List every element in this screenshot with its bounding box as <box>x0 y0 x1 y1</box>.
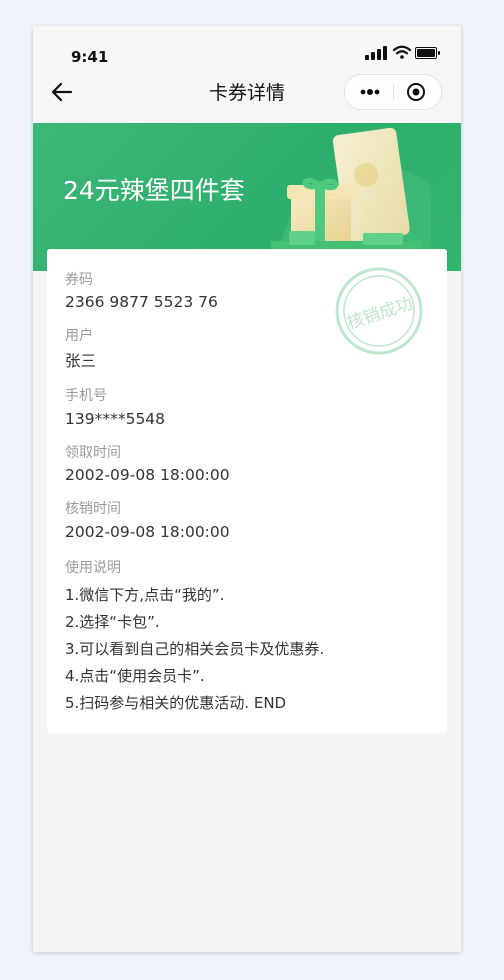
instructions-label: 使用说明 <box>65 560 121 576</box>
phone-value: 139****5548 <box>65 410 166 428</box>
top-bar: 9:41 卡券详情 <box>33 26 461 123</box>
coupon-title: 24元辣堡四件套 <box>63 176 245 205</box>
redeemed-stamp: 核销成功 <box>335 267 423 355</box>
redeem-time-label: 核销时间 <box>65 501 121 517</box>
capsule-divider <box>393 84 394 100</box>
coupon-detail-card: 核销成功 券码 2366 9877 5523 76 用户 张三 手机号 139*… <box>47 249 447 733</box>
instruction-line: 2.选择“卡包”. <box>65 613 160 631</box>
stamp-text: 核销成功 <box>345 294 416 334</box>
more-icon[interactable] <box>359 84 381 100</box>
signal-icon <box>365 46 387 60</box>
battery-icon <box>415 47 440 59</box>
phone-label: 手机号 <box>65 388 107 404</box>
status-time: 9:41 <box>71 48 109 66</box>
redeem-time-value: 2002-09-08 18:00:00 <box>65 523 230 541</box>
user-value: 张三 <box>65 352 97 370</box>
phone-frame: 9:41 卡券详情 24元辣堡四件套 核销成功 券码 2366 9877 552… <box>33 26 461 952</box>
close-target-icon[interactable] <box>406 82 426 102</box>
instruction-line: 5.扫码参与相关的优惠活动. END <box>65 694 287 712</box>
receive-time-value: 2002-09-08 18:00:00 <box>65 466 230 484</box>
instruction-line: 1.微信下方,点击“我的”. <box>65 586 225 604</box>
instruction-line: 4.点击“使用会员卡”. <box>65 667 205 685</box>
wifi-icon <box>393 45 411 59</box>
coupon-code-label: 券码 <box>65 272 93 288</box>
instruction-line: 3.可以看到自己的相关会员卡及优惠券. <box>65 640 325 658</box>
coupon-code-value: 2366 9877 5523 76 <box>65 293 218 311</box>
receive-time-label: 领取时间 <box>65 445 121 461</box>
status-icons <box>365 45 443 60</box>
mini-program-capsule <box>344 74 442 110</box>
user-label: 用户 <box>65 328 93 344</box>
